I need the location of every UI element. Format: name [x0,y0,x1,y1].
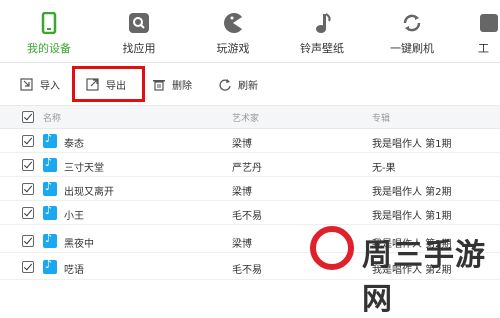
nav-label: 我的设备 [27,42,71,55]
nav-tools[interactable]: 工 [478,0,500,62]
delete-label: 删除 [172,80,192,92]
music-note-icon [311,12,333,34]
import-label: 导入 [40,80,60,92]
song-name: 呓语 [64,265,84,276]
song-artist: 梁博 [232,239,252,250]
music-file-icon [43,204,57,220]
row-checkbox[interactable] [22,261,34,273]
nav-label: 铃声壁纸 [300,42,344,55]
trash-icon [152,77,166,91]
highlight-box [72,66,145,102]
song-name: 泰态 [64,139,84,150]
song-album: 无-果 [372,163,396,174]
refresh-label: 刷新 [238,80,258,92]
refresh-icon [401,12,423,34]
table-header: 名称 艺术家 专辑 [0,105,500,129]
row-checkbox[interactable] [22,235,34,247]
top-navigation: 我的设备 找应用 玩游戏 铃声壁纸 一键刷机 工 [0,0,500,62]
watermark-text: 周三手游网 [362,238,486,317]
select-all-checkbox[interactable] [22,111,34,123]
nav-find-apps[interactable]: 找应用 [104,0,174,62]
row-checkbox[interactable] [22,183,34,195]
header-name[interactable]: 名称 [43,111,61,124]
row-checkbox[interactable] [22,159,34,171]
table-row[interactable]: 泰态 梁博 我是唱作人 第1期 [0,129,500,153]
row-checkbox[interactable] [22,135,34,147]
app-search-icon [128,12,150,34]
nav-label: 玩游戏 [216,42,250,55]
music-file-icon [43,258,57,274]
watermark-logo [310,226,354,270]
nav-play-games[interactable]: 玩游戏 [198,0,268,62]
import-icon [20,77,34,91]
import-button[interactable]: 导入 [20,74,60,94]
song-name: 黑夜中 [64,239,94,250]
song-name: 小王 [64,211,84,222]
pacman-icon [222,12,244,34]
music-file-icon [43,132,57,148]
nav-label: 工 [478,42,489,55]
song-artist: 严艺丹 [232,163,262,174]
header-artist[interactable]: 艺术家 [232,111,259,124]
nav-my-device[interactable]: 我的设备 [14,0,84,62]
music-file-icon [43,232,57,248]
nav-ringtones-wallpapers[interactable]: 铃声壁纸 [284,0,360,62]
song-artist: 毛不易 [232,265,262,276]
song-name: 出现又离开 [64,187,114,198]
music-file-icon [43,180,57,196]
song-artist: 梁博 [232,139,252,150]
song-artist: 毛不易 [232,211,262,222]
nav-one-click-flash[interactable]: 一键刷机 [374,0,450,62]
phone-icon [38,11,60,35]
nav-label: 一键刷机 [390,42,434,55]
nav-label: 找应用 [122,42,156,55]
song-artist: 梁博 [232,187,252,198]
song-album: 我是唱作人 第1期 [372,139,452,150]
refresh-button[interactable]: 刷新 [218,74,258,94]
tools-icon [478,12,500,34]
refresh-icon [218,77,232,91]
table-row[interactable]: 三寸天堂 严艺丹 无-果 [0,153,500,177]
watermark: 周三手游网 [302,218,500,317]
song-name: 三寸天堂 [64,163,104,174]
header-album[interactable]: 专辑 [372,111,390,124]
delete-button[interactable]: 删除 [152,74,192,94]
row-checkbox[interactable] [22,207,34,219]
song-album: 我是唱作人 第2期 [372,187,452,198]
music-file-icon [43,156,57,172]
table-row[interactable]: 出现又离开 梁博 我是唱作人 第2期 [0,177,500,201]
